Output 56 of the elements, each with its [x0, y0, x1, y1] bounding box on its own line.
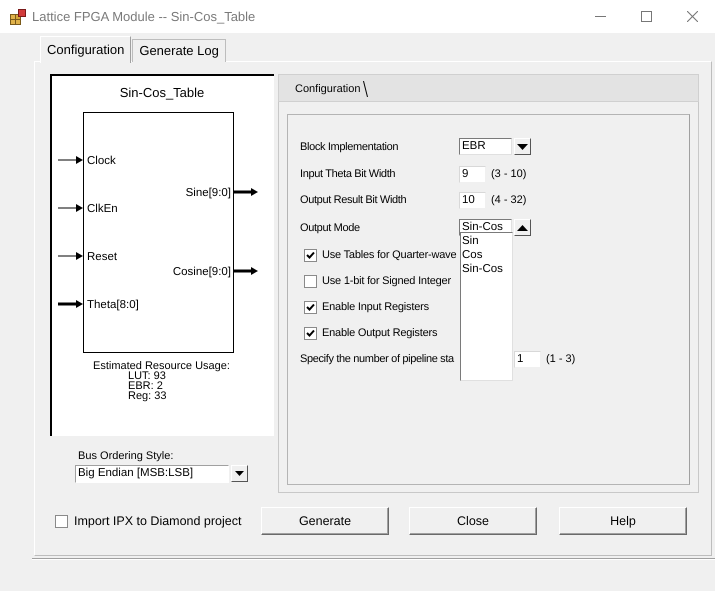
pin-label: Clock: [87, 155, 116, 167]
checkbox-label: Import IPX to Diamond project: [74, 514, 242, 528]
checkbox[interactable]: [304, 300, 317, 314]
list-option[interactable]: Cos: [461, 248, 512, 262]
list-option[interactable]: Sin: [461, 234, 512, 248]
pin-label: Theta[8:0]: [87, 299, 139, 311]
range-hint: (1 - 3): [546, 353, 576, 365]
number-field[interactable]: 1: [514, 350, 541, 368]
checkbox-label: Enable Output Registers: [322, 327, 438, 339]
dialog-button[interactable]: Help: [559, 507, 687, 535]
close-icon[interactable]: [686, 11, 698, 22]
caret-icon: [235, 471, 244, 476]
resource-count: LUT: 93: [128, 370, 166, 382]
setting-label: Output Result Bit Width: [300, 194, 408, 206]
range-hint: (3 - 10): [491, 168, 526, 180]
number-field[interactable]: 10: [459, 192, 486, 208]
checkbox-label: Use 1-bit for Signed Integer: [322, 275, 451, 287]
checkbox-label: Use Tables for Quarter-wave: [322, 249, 456, 261]
number-field[interactable]: 9: [459, 166, 486, 182]
minimize-icon[interactable]: [594, 16, 606, 17]
checkbox[interactable]: [304, 274, 317, 288]
setting-label: Specify the number of pipeline sta: [300, 353, 456, 365]
setting-label: Input Theta Bit Width: [300, 168, 396, 180]
resource-count: Reg: 33: [128, 390, 167, 402]
select-field[interactable]: EBR: [459, 138, 512, 155]
checkbox[interactable]: [55, 514, 68, 528]
maximize-icon[interactable]: [640, 11, 652, 22]
tab[interactable]: Configuration: [40, 36, 132, 63]
select-field[interactable]: Big Endian [MSB:LSB]: [75, 465, 229, 483]
app-icon: [10, 8, 26, 24]
checkbox[interactable]: [304, 248, 317, 262]
pin-label: Reset: [87, 251, 118, 263]
setting-label: Output Mode: [300, 222, 361, 234]
checkbox-label: Enable Input Registers: [322, 301, 429, 313]
tab[interactable]: Generate Log: [132, 39, 226, 62]
checkbox[interactable]: [304, 326, 317, 340]
dropdown-button[interactable]: [514, 219, 531, 236]
diagram-title: Sin-Cos_Table: [120, 85, 204, 100]
dialog-button[interactable]: Close: [409, 507, 537, 535]
tab-edge-icon: [363, 81, 368, 97]
config-tab[interactable]: Configuration: [295, 79, 368, 97]
dialog-button[interactable]: Generate: [261, 507, 389, 535]
pin-label: Cosine[9:0]: [172, 266, 231, 278]
bus-ordering-label: Bus Ordering Style:: [78, 450, 174, 462]
resource-count: EBR: 2: [128, 380, 163, 392]
range-hint: (4 - 32): [491, 194, 526, 206]
caret-icon: [517, 144, 528, 150]
resource-heading: Estimated Resource Usage:: [93, 360, 230, 372]
caret-up-icon: [517, 224, 528, 230]
dropdown-button[interactable]: [231, 465, 248, 482]
dropdown-button[interactable]: [514, 138, 531, 155]
pin-label: Sine[9:0]: [186, 187, 231, 199]
setting-label: Block Implementation: [300, 140, 400, 152]
list-option[interactable]: Sin-Cos: [461, 262, 512, 276]
pin-label: ClkEn: [87, 203, 118, 215]
window-title: Lattice FPGA Module -- Sin-Cos_Table: [32, 9, 256, 24]
